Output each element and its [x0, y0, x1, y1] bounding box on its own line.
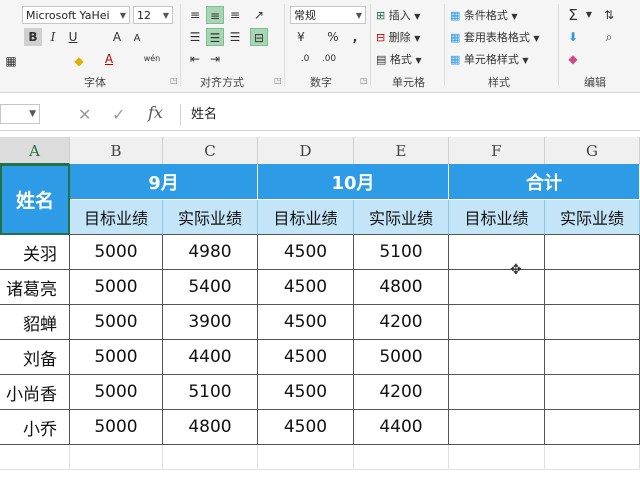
value-cell[interactable]: 4400 [163, 340, 258, 375]
sub-header-target[interactable]: 目标业绩 [258, 200, 354, 235]
total-cell[interactable] [545, 340, 640, 375]
column-header-f[interactable]: F [449, 137, 545, 165]
empty-cell[interactable] [354, 445, 449, 470]
value-cell[interactable]: 5000 [70, 340, 163, 375]
column-header-d[interactable]: D [258, 137, 354, 165]
empty-cell[interactable] [163, 445, 258, 470]
value-cell[interactable]: 4500 [258, 410, 354, 445]
name-cell[interactable]: 刘备 [0, 340, 70, 375]
value-cell[interactable]: 4500 [258, 375, 354, 410]
name-cell[interactable]: 关羽 [0, 235, 70, 270]
value-cell[interactable]: 5400 [163, 270, 258, 305]
value-cell[interactable]: 4400 [354, 410, 449, 445]
column-header-a[interactable]: A [0, 137, 70, 165]
value-cell[interactable]: 4200 [354, 305, 449, 340]
value-cell[interactable]: 5000 [354, 340, 449, 375]
value-cell[interactable]: 4500 [258, 340, 354, 375]
empty-cell[interactable] [0, 445, 70, 470]
name-cell[interactable]: 小尚香 [0, 375, 70, 410]
total-cell[interactable] [545, 305, 640, 340]
total-cell[interactable] [545, 235, 640, 270]
empty-cell[interactable] [70, 445, 163, 470]
total-cell[interactable] [449, 305, 545, 340]
value-cell[interactable]: 4200 [354, 375, 449, 410]
sub-header-actual[interactable]: 实际业绩 [545, 200, 640, 235]
value-cell[interactable]: 4980 [163, 235, 258, 270]
sub-header-actual[interactable]: 实际业绩 [354, 200, 449, 235]
total-cell[interactable] [449, 375, 545, 410]
value-cell[interactable]: 5000 [70, 410, 163, 445]
value-cell[interactable]: 5100 [163, 375, 258, 410]
value-cell[interactable]: 4500 [258, 305, 354, 340]
value-cell[interactable]: 4500 [258, 235, 354, 270]
value-cell[interactable]: 5000 [70, 375, 163, 410]
column-header-c[interactable]: C [163, 137, 258, 165]
total-cell[interactable] [449, 235, 545, 270]
value-cell[interactable]: 4800 [163, 410, 258, 445]
value-cell[interactable]: 5000 [70, 270, 163, 305]
sub-header-actual[interactable]: 实际业绩 [163, 200, 258, 235]
column-header-b[interactable]: B [70, 137, 163, 165]
empty-cell[interactable] [258, 445, 354, 470]
value-cell[interactable]: 5100 [354, 235, 449, 270]
value-cell[interactable]: 3900 [163, 305, 258, 340]
total-cell[interactable] [545, 270, 640, 305]
total-cell[interactable] [545, 375, 640, 410]
column-header-g[interactable]: G [545, 137, 640, 165]
spreadsheet-grid: A B C D E F G 姓名 9月 10月 合计 目标业绩 实际业绩 目标业… [0, 0, 640, 489]
sub-header-target[interactable]: 目标业绩 [70, 200, 163, 235]
value-cell[interactable]: 5000 [70, 235, 163, 270]
total-cell[interactable] [449, 410, 545, 445]
value-cell[interactable]: 4500 [258, 270, 354, 305]
name-cell[interactable]: 诸葛亮 [0, 270, 70, 305]
column-header-e[interactable]: E [354, 137, 449, 165]
value-cell[interactable]: 4800 [354, 270, 449, 305]
value-cell[interactable]: 5000 [70, 305, 163, 340]
empty-cell[interactable] [545, 445, 640, 470]
empty-cell[interactable] [449, 445, 545, 470]
month-header-october[interactable]: 10月 [258, 164, 449, 200]
total-cell[interactable] [545, 410, 640, 445]
total-cell[interactable] [449, 340, 545, 375]
sub-header-target[interactable]: 目标业绩 [449, 200, 545, 235]
name-cell[interactable]: 貂蝉 [0, 305, 70, 340]
name-header-cell[interactable]: 姓名 [0, 164, 70, 235]
month-header-september[interactable]: 9月 [70, 164, 258, 200]
name-cell[interactable]: 小乔 [0, 410, 70, 445]
month-header-total[interactable]: 合计 [449, 164, 640, 200]
cell-cursor-icon: ✥ [510, 262, 522, 278]
total-cell[interactable] [449, 270, 545, 305]
